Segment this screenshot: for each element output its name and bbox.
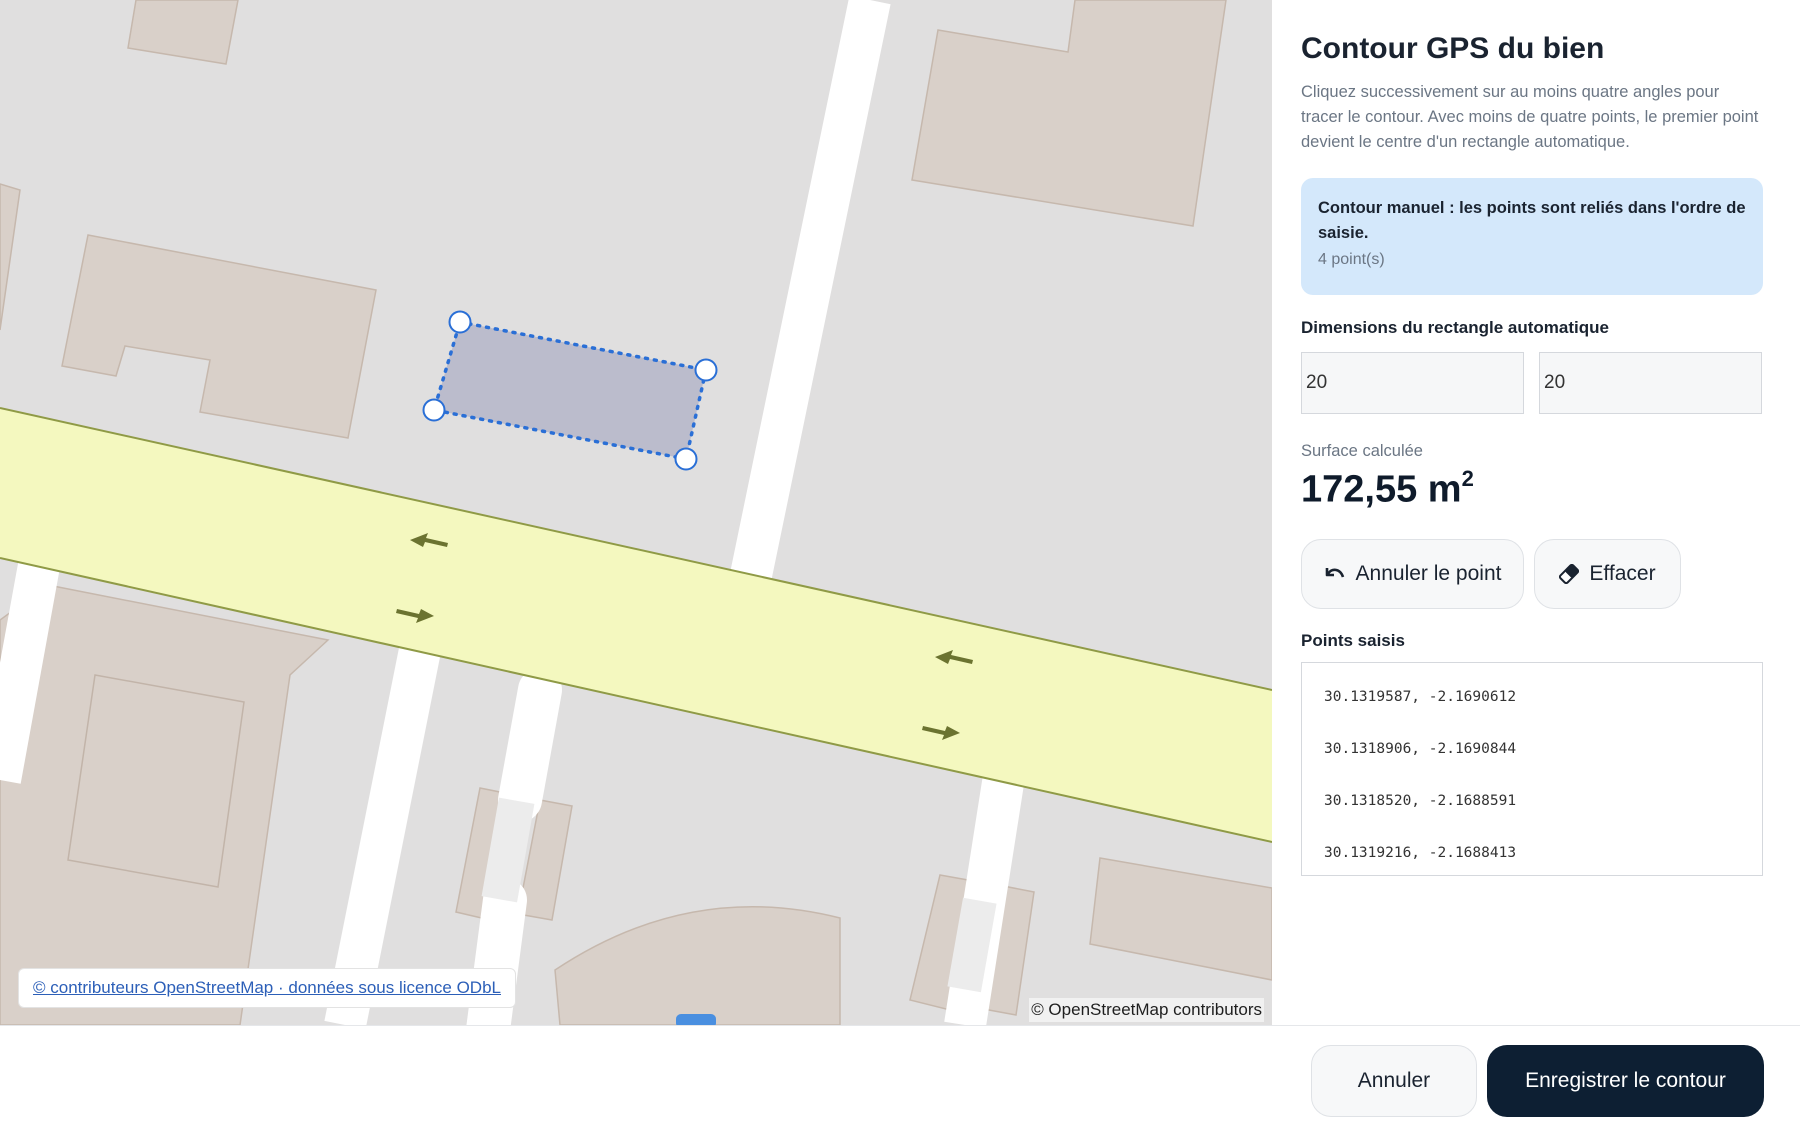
instructions-text: Cliquez successivement sur au moins quat… xyxy=(1301,83,1759,151)
vertex-handle xyxy=(422,398,446,422)
undo-point-label: Annuler le point xyxy=(1355,562,1502,585)
footpath xyxy=(498,668,562,822)
clear-label: Effacer xyxy=(1589,562,1656,585)
building xyxy=(554,906,841,1025)
map-tiles[interactable] xyxy=(0,0,1272,1025)
building xyxy=(1089,857,1272,981)
point-entry: 30.1319216, -2.1688413 xyxy=(1324,845,1517,861)
contour-panel: Contour GPS du bien Cliquez successiveme… xyxy=(1272,0,1800,1025)
mode-info-box: Contour manuel : les points sont reliés … xyxy=(1301,178,1763,295)
surface-value: 172,55 m2 xyxy=(1301,466,1474,511)
dimensions-label: Dimensions du rectangle automatique xyxy=(1301,318,1609,337)
point-entry: 30.1319587, -2.1690612 xyxy=(1324,689,1517,705)
points-label: Points saisis xyxy=(1301,631,1405,650)
contour-polygon xyxy=(431,319,709,462)
vertex-handle xyxy=(674,447,698,471)
point-entry: 30.1318906, -2.1690844 xyxy=(1324,741,1517,757)
building xyxy=(67,674,245,888)
undo-icon xyxy=(1325,568,1344,578)
eraser-icon xyxy=(1559,564,1580,584)
footpath xyxy=(729,0,891,585)
map-canvas[interactable]: © contributeurs OpenStreetMap · données … xyxy=(0,0,1272,1025)
length-input[interactable] xyxy=(1539,352,1762,414)
point-count: 4 point(s) xyxy=(1318,251,1385,268)
mode-info-title: Contour manuel : les points sont reliés … xyxy=(1318,199,1746,242)
panel-title: Contour GPS du bien xyxy=(1301,32,1605,65)
osm-license-link[interactable]: © contributeurs OpenStreetMap · données … xyxy=(18,968,516,1008)
surface-label: Surface calculée xyxy=(1301,442,1423,460)
building xyxy=(127,0,239,65)
width-input[interactable] xyxy=(1301,352,1524,414)
building xyxy=(911,0,1227,227)
building xyxy=(0,183,21,331)
osm-attribution: © OpenStreetMap contributors xyxy=(1029,998,1264,1022)
point-entry: 30.1318520, -2.1688591 xyxy=(1324,793,1517,809)
clear-button[interactable]: Effacer xyxy=(1534,539,1681,609)
vertex-handle xyxy=(448,310,472,334)
building xyxy=(61,234,377,439)
poi-icon xyxy=(676,1014,716,1025)
save-contour-button[interactable]: Enregistrer le contour xyxy=(1487,1045,1764,1117)
undo-point-button[interactable]: Annuler le point xyxy=(1301,539,1524,609)
points-list[interactable]: 30.1319587, -2.1690612 30.1318906, -2.16… xyxy=(1301,662,1763,876)
cancel-button[interactable]: Annuler xyxy=(1311,1045,1477,1117)
vertex-handle xyxy=(694,358,718,382)
